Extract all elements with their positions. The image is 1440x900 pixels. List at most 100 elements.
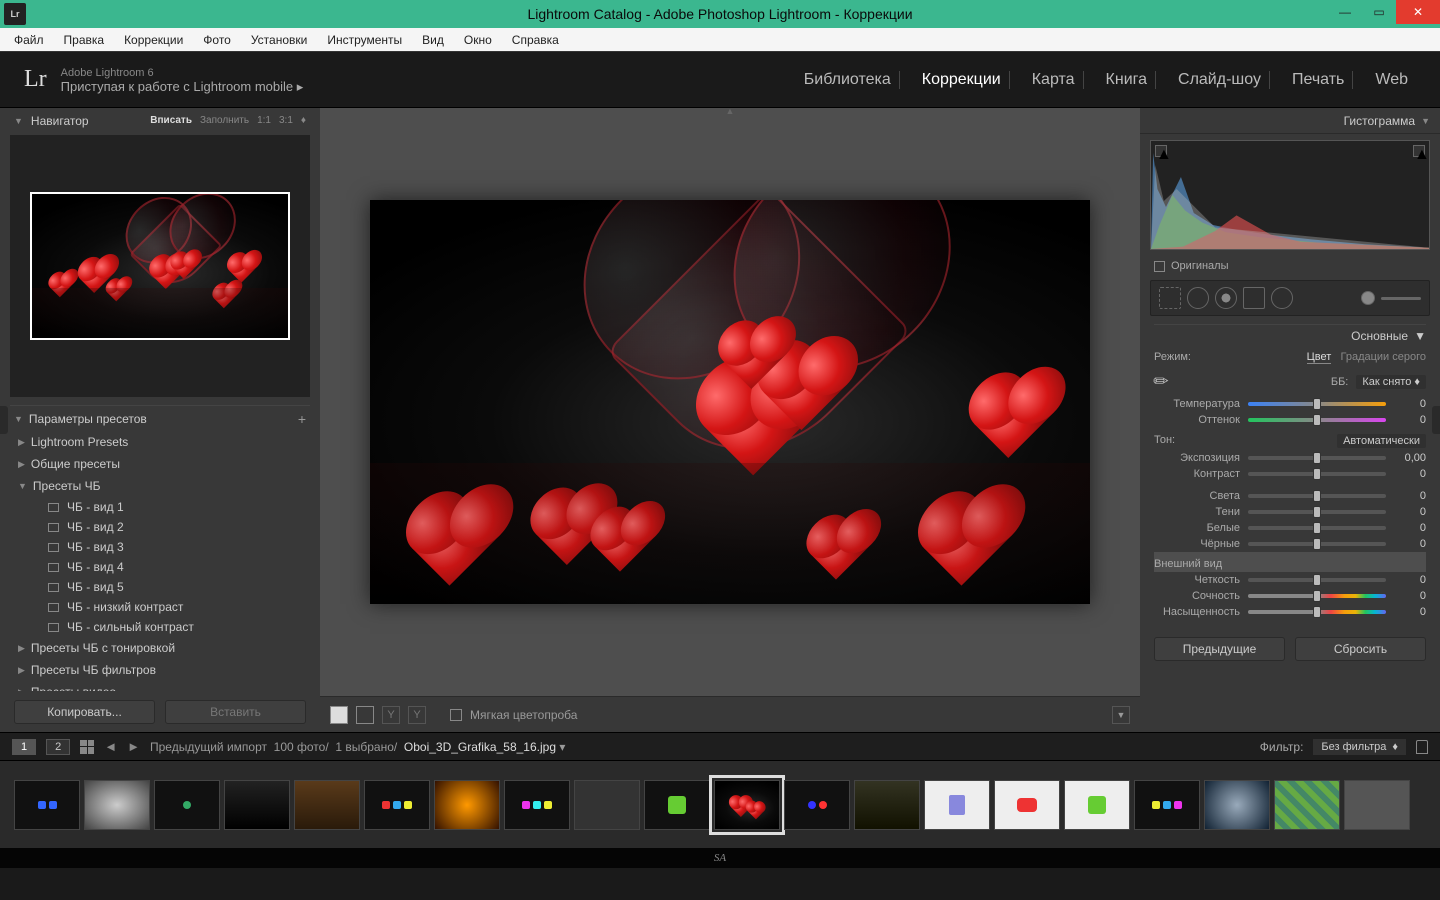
originals-row[interactable]: Оригиналы	[1140, 256, 1440, 276]
preset-folder[interactable]: ▶Общие пресеты	[10, 453, 310, 475]
preset-item[interactable]: ЧБ - вид 4	[10, 557, 310, 577]
thumbnail[interactable]	[364, 780, 430, 830]
preset-item[interactable]: ЧБ - вид 3	[10, 537, 310, 557]
filmstrip[interactable]	[0, 760, 1440, 848]
minimize-button[interactable]: —	[1328, 0, 1362, 24]
slider-tint[interactable]: Оттенок0	[1154, 412, 1426, 428]
thumbnail[interactable]	[854, 780, 920, 830]
preset-item[interactable]: ЧБ - низкий контраст	[10, 597, 310, 617]
slider-whites[interactable]: Белые0	[1154, 520, 1426, 536]
thumbnail[interactable]	[434, 780, 500, 830]
close-button[interactable]: ✕	[1396, 0, 1440, 24]
reset-button[interactable]: Сбросить	[1295, 637, 1426, 661]
preset-item[interactable]: ЧБ - вид 5	[10, 577, 310, 597]
before-after-icon[interactable]	[356, 706, 374, 724]
thumbnail[interactable]	[1274, 780, 1340, 830]
add-preset-icon[interactable]: +	[298, 411, 306, 427]
wb-dropdown[interactable]: Как снято ♦	[1356, 375, 1426, 389]
previous-button[interactable]: Предыдущие	[1154, 637, 1285, 661]
filter-lock-icon[interactable]	[1416, 740, 1428, 754]
left-panel-grip[interactable]	[0, 406, 8, 434]
shadow-clip-icon[interactable]: ▲	[1155, 145, 1167, 157]
preset-folder[interactable]: ▼Пресеты ЧБ	[10, 475, 310, 497]
after-y-icon[interactable]: Y	[408, 706, 426, 724]
paste-button[interactable]: Вставить	[165, 700, 306, 724]
module-web[interactable]: Web	[1367, 71, 1416, 89]
module-library[interactable]: Библиотека	[796, 71, 900, 89]
histogram[interactable]: ▲ ▲	[1150, 140, 1430, 250]
menu-edit[interactable]: Правка	[56, 31, 113, 49]
thumbnail[interactable]	[574, 780, 640, 830]
checkbox-icon[interactable]	[1154, 261, 1165, 272]
module-slideshow[interactable]: Слайд-шоу	[1170, 71, 1270, 89]
menu-photo[interactable]: Фото	[195, 31, 239, 49]
module-print[interactable]: Печать	[1284, 71, 1353, 89]
loupe-view-icon[interactable]	[330, 706, 348, 724]
menu-file[interactable]: Файл	[6, 31, 52, 49]
menu-tools[interactable]: Инструменты	[319, 31, 410, 49]
brand-sub[interactable]: Приступая к работе с Lightroom mobile ▸	[61, 80, 304, 94]
thumbnail[interactable]	[294, 780, 360, 830]
thumbnail[interactable]	[14, 780, 80, 830]
radial-tool-icon[interactable]	[1271, 287, 1293, 309]
module-develop[interactable]: Коррекции	[914, 71, 1010, 89]
eyedropper-icon[interactable]: ✎	[1149, 369, 1175, 395]
navigator-header[interactable]: ▼ Навигатор Вписать Заполнить 1:1 3:1 ♦	[10, 108, 310, 133]
slider-exposure[interactable]: Экспозиция0,00	[1154, 450, 1426, 466]
slider-clarity[interactable]: Четкость0	[1154, 572, 1426, 588]
slider-shadows[interactable]: Тени0	[1154, 504, 1426, 520]
preset-item[interactable]: ЧБ - вид 1	[10, 497, 310, 517]
zoom-3to1[interactable]: 3:1	[279, 115, 293, 126]
slider-contrast[interactable]: Контраст0	[1154, 466, 1426, 482]
copy-button[interactable]: Копировать...	[14, 700, 155, 724]
treatment-bw[interactable]: Градации серого	[1341, 351, 1427, 363]
monitor-1-button[interactable]: 1	[12, 739, 36, 755]
nav-back-icon[interactable]: ◄	[104, 739, 117, 754]
navigator-preview[interactable]	[10, 135, 310, 397]
menu-view[interactable]: Вид	[414, 31, 452, 49]
thumbnail[interactable]	[1064, 780, 1130, 830]
slider-saturation[interactable]: Насыщенность0	[1154, 604, 1426, 620]
thumbnail[interactable]	[154, 780, 220, 830]
treatment-color[interactable]: Цвет	[1307, 351, 1332, 364]
right-panel-grip[interactable]	[1432, 406, 1440, 434]
slider-temperature[interactable]: Температура0	[1154, 396, 1426, 412]
basic-header[interactable]: Основные▼	[1154, 324, 1426, 347]
preset-folder[interactable]: ▶Lightroom Presets	[10, 431, 310, 453]
softproof-checkbox[interactable]	[450, 709, 462, 721]
menu-help[interactable]: Справка	[504, 31, 567, 49]
preset-item[interactable]: ЧБ - сильный контраст	[10, 617, 310, 637]
thumbnail[interactable]	[644, 780, 710, 830]
zoom-fit[interactable]: Вписать	[150, 115, 192, 126]
thumbnail[interactable]	[784, 780, 850, 830]
menu-window[interactable]: Окно	[456, 31, 500, 49]
thumbnail[interactable]	[84, 780, 150, 830]
module-book[interactable]: Книга	[1098, 71, 1156, 89]
breadcrumb[interactable]: Предыдущий импорт 100 фото/ 1 выбрано/ O…	[150, 740, 565, 754]
thumbnail[interactable]	[994, 780, 1060, 830]
before-y-icon[interactable]: Y	[382, 706, 400, 724]
presets-header[interactable]: ▼Параметры пресетов +	[10, 405, 310, 431]
image-canvas[interactable]	[370, 200, 1090, 604]
thumbnail[interactable]	[224, 780, 290, 830]
zoom-fill[interactable]: Заполнить	[200, 115, 249, 126]
monitor-2-button[interactable]: 2	[46, 739, 70, 755]
gradient-tool-icon[interactable]	[1243, 287, 1265, 309]
preset-folder[interactable]: ▶Пресеты ЧБ фильтров	[10, 659, 310, 681]
slider-highlights[interactable]: Света0	[1154, 488, 1426, 504]
preset-folder[interactable]: ▶Пресеты ЧБ с тонировкой	[10, 637, 310, 659]
brush-tool-icon[interactable]	[1361, 291, 1375, 305]
nav-forward-icon[interactable]: ►	[127, 739, 140, 754]
thumbnail[interactable]	[1344, 780, 1410, 830]
zoom-1to1[interactable]: 1:1	[257, 115, 271, 126]
menu-develop[interactable]: Коррекции	[116, 31, 191, 49]
histogram-header[interactable]: Гистограмма ▼	[1140, 108, 1440, 134]
redeye-tool-icon[interactable]	[1215, 287, 1237, 309]
menu-settings[interactable]: Установки	[243, 31, 315, 49]
spot-tool-icon[interactable]	[1187, 287, 1209, 309]
thumbnail[interactable]	[924, 780, 990, 830]
brush-size-slider[interactable]	[1381, 297, 1421, 300]
preset-item[interactable]: ЧБ - вид 2	[10, 517, 310, 537]
slider-vibrance[interactable]: Сочность0	[1154, 588, 1426, 604]
filter-dropdown[interactable]: Без фильтра ♦	[1313, 739, 1406, 755]
